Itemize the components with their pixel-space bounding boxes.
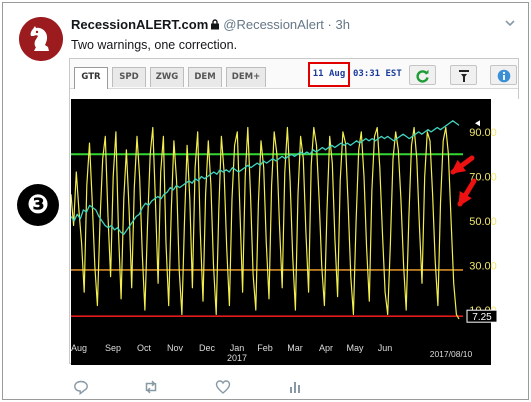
x-end-label: 2017/08/10 [430,349,473,359]
tab-spd[interactable]: SPD [112,67,146,87]
tab-dem-plus[interactable]: DEM+ [226,67,266,87]
pin-button[interactable] [450,65,477,85]
gtr-chart: 90.0070.0050.0030.0010.007.25AugSepOctNo… [71,99,520,365]
x-tick-label: Aug [71,343,87,353]
author-handle[interactable]: @RecessionAlert [223,17,324,32]
tab-gtr[interactable]: GTR [74,67,108,89]
analytics-icon[interactable] [287,379,303,395]
x-year-label: 2017 [227,353,247,363]
pin-icon [458,70,469,82]
author-name[interactable]: RecessionALERT.com [71,17,208,32]
y-tick-label: 90.00 [469,127,497,139]
x-tick-label: Nov [167,343,184,353]
avatar[interactable] [19,17,63,61]
x-tick-label: Mar [287,343,303,353]
chart-widget: GTR SPD ZWG DEM DEM+ 11 Aug 03:31 EST 90… [69,58,520,365]
tweet-time[interactable]: 3h [335,17,349,32]
date-display: 11 Aug [308,62,350,87]
x-tick-label: May [346,343,364,353]
y-tick-label: 30.00 [469,261,497,273]
tab-zwg[interactable]: ZWG [150,67,184,87]
chevron-down-icon[interactable] [504,17,516,29]
x-tick-label: Jan [230,343,245,353]
tweet-header: RecessionALERT.com @RecessionAlert · 3h [71,17,350,32]
knight-logo [19,17,63,61]
chart-background [71,99,520,365]
refresh-button[interactable] [409,65,436,85]
x-tick-label: Jun [378,343,393,353]
widget-toolbar: GTR SPD ZWG DEM DEM+ 11 Aug 03:31 EST [70,59,518,89]
time-display: 03:31 EST [353,69,402,79]
x-tick-label: Sep [105,343,121,353]
current-value-label: 7.25 [472,312,492,323]
retweet-icon[interactable] [143,379,159,395]
separator-dot: · [327,17,332,32]
tweet-card: RecessionALERT.com @RecessionAlert · 3h T… [2,2,529,400]
x-tick-label: Feb [257,343,273,353]
y-tick-label: 50.00 [469,216,497,228]
x-tick-label: Apr [319,343,333,353]
reply-icon[interactable] [73,379,89,395]
lock-icon [211,19,220,30]
tweet-actions [73,379,313,395]
refresh-icon [415,69,429,83]
info-button[interactable] [490,65,517,85]
tab-dem[interactable]: DEM [188,67,222,87]
x-tick-label: Dec [199,343,216,353]
tweet-text: Two warnings, one correction. [71,38,238,52]
step-marker: ❸ [17,184,59,226]
like-icon[interactable] [215,379,231,395]
info-icon [497,69,510,83]
x-tick-label: Oct [137,343,152,353]
